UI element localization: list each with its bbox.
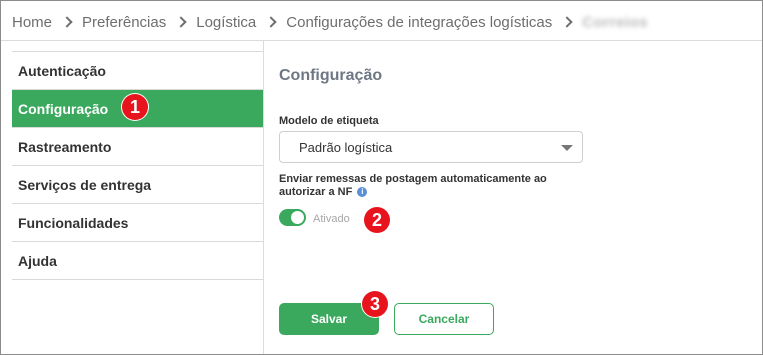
- sidebar-item-label: Ajuda: [18, 252, 57, 269]
- modelo-etiqueta-select[interactable]: Padrão logística: [279, 131, 583, 163]
- sidebar-item-rastreamento[interactable]: Rastreamento: [12, 128, 263, 166]
- sidebar-item-label: Autenticação: [18, 62, 106, 79]
- header-divider: [1, 40, 762, 41]
- sidebar-item-ajuda[interactable]: Ajuda: [12, 242, 263, 280]
- sidebar-item-label: Configuração: [18, 100, 109, 117]
- sidebar-item-funcionalidades[interactable]: Funcionalidades: [12, 204, 263, 242]
- label-envio-automatico: Enviar remessas de postagem automaticame…: [279, 173, 554, 199]
- breadcrumb: Home Preferências Logística Configuraçõe…: [12, 11, 648, 33]
- sidebar-item-label: Rastreamento: [18, 138, 112, 155]
- caret-down-icon: [561, 145, 573, 151]
- step-marker-3: 3: [362, 291, 388, 317]
- select-value: Padrão logística: [299, 139, 393, 155]
- page-title: Configuração: [279, 67, 383, 84]
- label-modelo-etiqueta: Modelo de etiqueta: [279, 115, 379, 127]
- sidebar-item-autenticacao[interactable]: Autenticação: [12, 52, 263, 90]
- sidebar: Autenticação Configuração Rastreamento S…: [12, 51, 263, 280]
- breadcrumb-preferencias[interactable]: Preferências: [82, 14, 166, 31]
- sidebar-divider: [263, 41, 264, 354]
- step-marker-2: 2: [364, 207, 390, 233]
- breadcrumb-integracoes[interactable]: Configurações de integrações logísticas: [286, 14, 552, 31]
- breadcrumb-logistica[interactable]: Logística: [196, 14, 256, 31]
- cancel-button[interactable]: Cancelar: [394, 303, 494, 335]
- info-icon[interactable]: i: [357, 187, 368, 198]
- breadcrumb-current: Correios: [582, 13, 648, 31]
- chevron-right-icon: [61, 15, 73, 29]
- step-marker-1: 1: [122, 94, 148, 120]
- label-envio-automatico-text: Enviar remessas de postagem automaticame…: [279, 173, 547, 198]
- sidebar-item-servicos-de-entrega[interactable]: Serviços de entrega: [12, 166, 263, 204]
- chevron-right-icon: [265, 15, 277, 29]
- sidebar-item-label: Serviços de entrega: [18, 176, 152, 193]
- toggle-knob: [291, 211, 304, 224]
- sidebar-item-label: Funcionalidades: [18, 214, 129, 231]
- breadcrumb-home[interactable]: Home: [12, 14, 52, 31]
- chevron-right-icon: [175, 15, 187, 29]
- chevron-right-icon: [561, 15, 573, 29]
- toggle-label: Ativado: [313, 213, 350, 225]
- envio-automatico-toggle[interactable]: [279, 209, 306, 226]
